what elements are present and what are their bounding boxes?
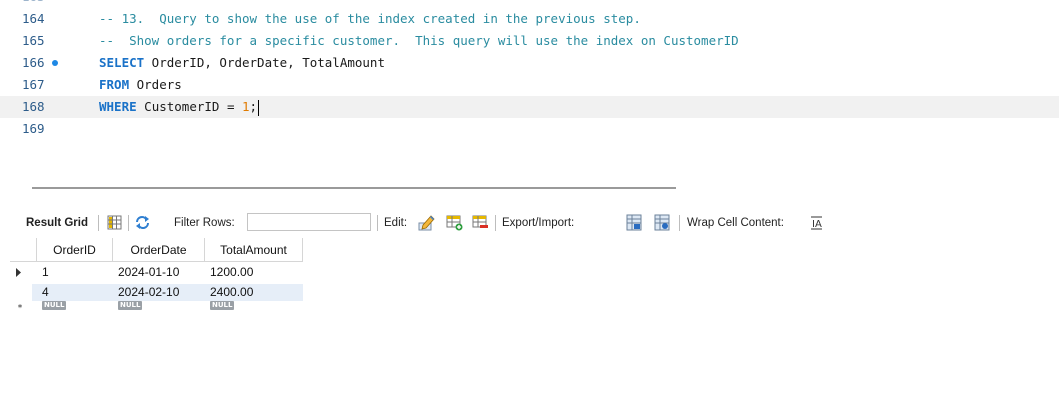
pencil-edit-icon[interactable] [418, 214, 435, 231]
svg-text:IA: IA [812, 219, 822, 230]
svg-text:*: * [18, 304, 23, 314]
import-icon[interactable] [654, 214, 671, 231]
code-text: SELECT OrderID, OrderDate, TotalAmount [99, 52, 385, 74]
text-caret [258, 99, 260, 116]
toolbar-separator [495, 215, 496, 231]
code-line[interactable]: 164 -- 13. Query to show the use of the i… [0, 8, 1059, 30]
column-header-orderdate[interactable]: OrderDate [113, 238, 205, 262]
new-row[interactable]: * NULL NULL NULL [10, 300, 303, 314]
code-line[interactable]: 165 -- Show orders for a specific custome… [0, 30, 1059, 52]
cell-orderdate[interactable]: 2024-01-10 [113, 264, 205, 281]
result-toolbar: Result Grid Filter Rows: Edit: Export/Im… [0, 209, 1059, 237]
code-line[interactable]: 169 [0, 118, 1059, 140]
cell-orderdate[interactable]: 2024-02-10 [113, 284, 205, 301]
editor-horizontal-scrollbar[interactable] [32, 187, 676, 189]
cell-orderid[interactable]: 1 [37, 264, 113, 281]
toolbar-separator [679, 215, 680, 231]
column-header-totalamount[interactable]: TotalAmount [205, 238, 303, 262]
code-text: -- Show orders for a specific customer. … [99, 30, 739, 52]
cell-orderid[interactable]: 4 [37, 284, 113, 301]
code-token: -- 13. Query to show the use of the inde… [99, 11, 641, 26]
line-number: 167 [22, 77, 45, 92]
wrap-cell-content-label: Wrap Cell Content: [687, 217, 784, 229]
code-token: 1 [242, 99, 250, 114]
code-line[interactable]: 166 SELECT OrderID, OrderDate, TotalAmoun… [0, 52, 1059, 74]
line-number: 166 [22, 55, 45, 70]
code-token: OrderID, OrderDate, TotalAmount [144, 55, 385, 70]
toolbar-separator [128, 215, 129, 231]
current-row-arrow-icon [16, 268, 21, 277]
toolbar-separator [377, 215, 378, 231]
table-row[interactable]: 4 2024-02-10 2400.00 [32, 284, 303, 301]
delete-row-icon[interactable] [472, 214, 489, 231]
code-token: -- Show orders for a specific customer. … [99, 33, 739, 48]
line-number: 169 [22, 121, 45, 136]
code-text: WHERE CustomerID = 1; [99, 96, 260, 118]
wrap-cell-icon[interactable]: IA [808, 214, 825, 231]
grid-layout-icon[interactable] [106, 214, 123, 231]
toolbar-separator [98, 215, 99, 231]
export-import-label: Export/Import: [502, 217, 575, 229]
code-token: SELECT [99, 55, 145, 70]
new-row-asterisk-icon: * [18, 304, 23, 314]
null-badge: NULL [42, 301, 67, 310]
cell-totalamount[interactable]: 2400.00 [205, 284, 303, 301]
code-line-partial: 163 [0, 0, 1059, 8]
export-icon[interactable] [626, 214, 643, 231]
code-token: ; [249, 99, 258, 114]
breakpoint-dot-icon[interactable] [52, 60, 58, 66]
code-token: FROM [99, 77, 130, 92]
result-grid-tab[interactable]: Result Grid [26, 209, 88, 237]
code-text: FROM Orders [99, 74, 182, 96]
null-badge: NULL [118, 301, 143, 310]
code-line[interactable]: 167 FROM Orders [0, 74, 1059, 96]
refresh-arrows-icon[interactable] [134, 214, 151, 231]
code-token: Orders [129, 77, 182, 92]
add-row-icon[interactable] [446, 214, 463, 231]
table-row[interactable]: 1 2024-01-10 1200.00 [10, 264, 303, 281]
null-cell-orderdate[interactable]: NULL [113, 300, 205, 314]
filter-rows-input[interactable] [247, 213, 371, 231]
filter-rows-label: Filter Rows: [174, 217, 235, 229]
line-number: 165 [22, 33, 45, 48]
code-line[interactable]: 168 WHERE CustomerID = 1; [0, 96, 1059, 118]
code-token: WHERE [99, 99, 137, 114]
line-number: 164 [22, 11, 45, 26]
code-token: CustomerID = [136, 99, 242, 114]
grid-corner [10, 238, 37, 262]
null-badge: NULL [210, 301, 235, 310]
grid-header: OrderID OrderDate TotalAmount [10, 238, 303, 262]
null-cell-totalamount[interactable]: NULL [205, 300, 303, 314]
code-text: -- 13. Query to show the use of the inde… [99, 8, 641, 30]
sql-editor[interactable]: 163 164 -- 13. Query to show the use of t… [0, 0, 1059, 178]
column-header-orderid[interactable]: OrderID [37, 238, 113, 262]
edit-label: Edit: [384, 217, 408, 229]
null-cell-orderid[interactable]: NULL [37, 300, 113, 314]
line-number: 168 [22, 99, 45, 114]
cell-totalamount[interactable]: 1200.00 [205, 264, 303, 281]
